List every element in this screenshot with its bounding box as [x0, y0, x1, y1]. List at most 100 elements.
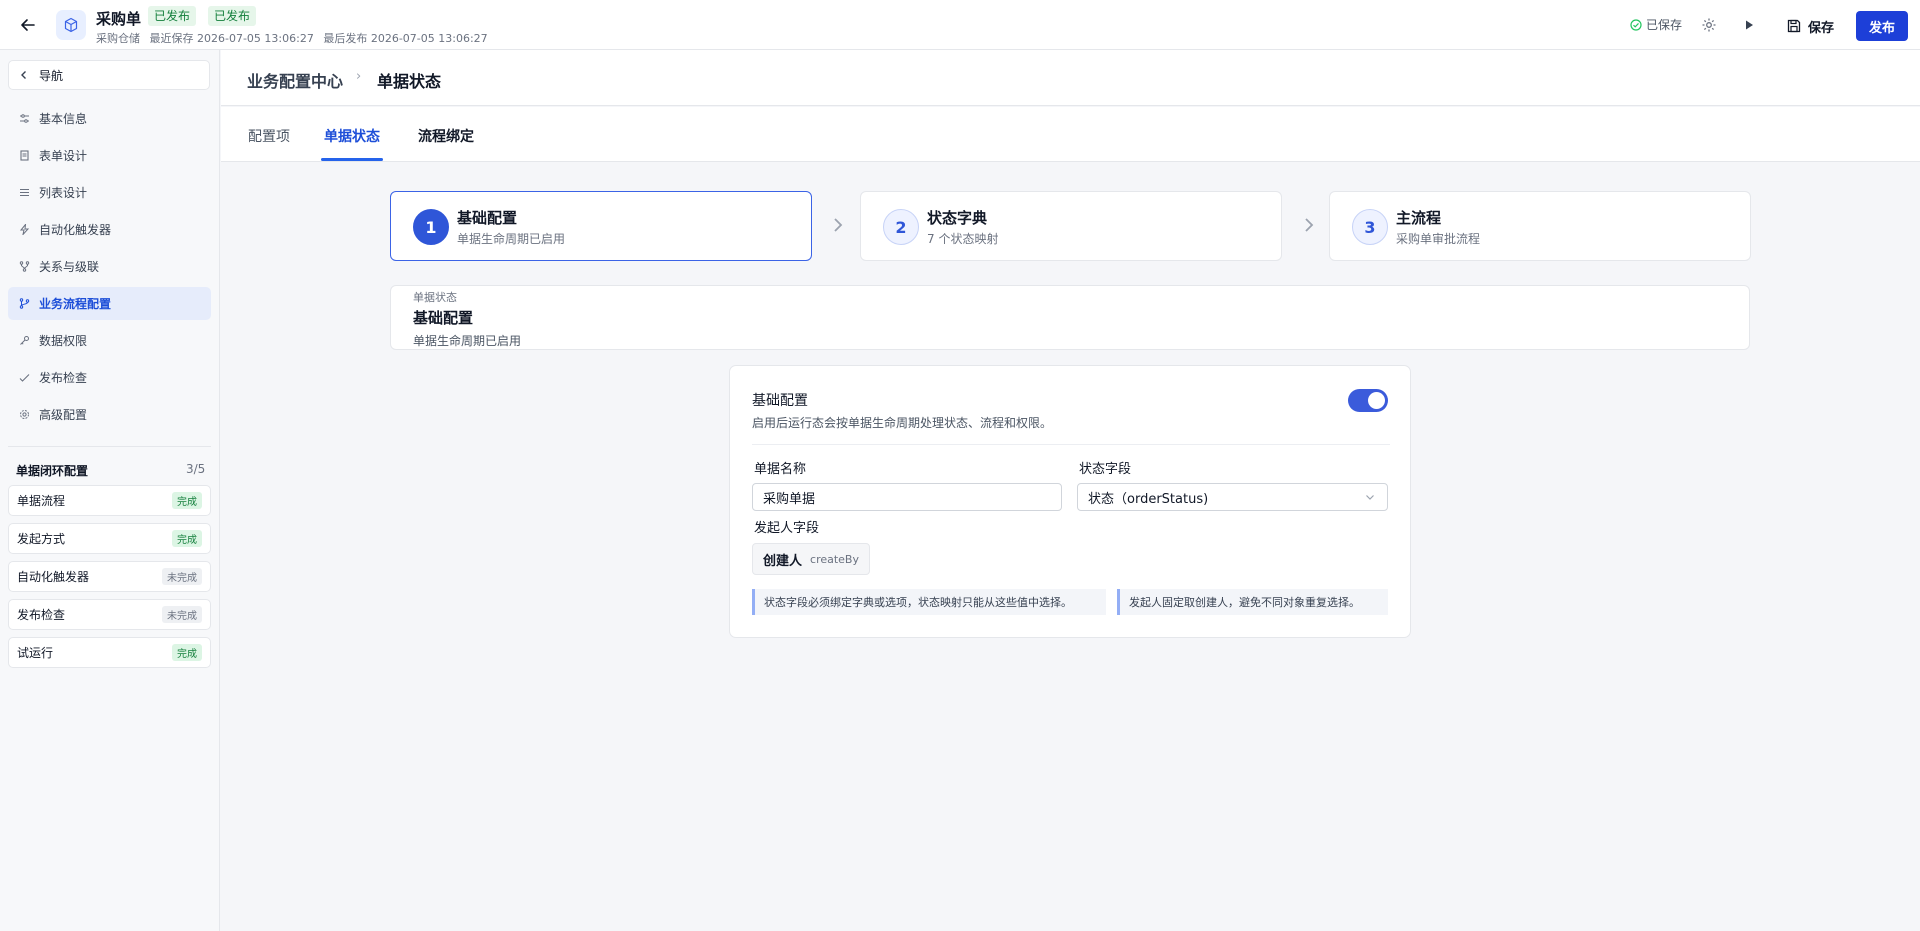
sidebar-item-list-design[interactable]: 列表设计 [8, 176, 211, 209]
step-number: 2 [883, 209, 919, 245]
nav-collapse-button[interactable]: 导航 [8, 60, 210, 90]
list-item[interactable]: 发布检查 未完成 [8, 599, 211, 630]
lifecycle-toggle[interactable] [1348, 389, 1388, 412]
chevron-right-icon [834, 218, 843, 232]
hint-note: 状态字段必须绑定字典或选项，状态映射只能从这些值中选择。 [752, 589, 1106, 615]
status-field-value: 状态（orderStatus) [1088, 491, 1209, 507]
sidebar-item-label: 发布检查 [39, 371, 88, 385]
nav-label: 导航 [39, 68, 64, 83]
list-item-label: 发起方式 [17, 532, 66, 546]
divider [8, 446, 211, 447]
tab-config-items[interactable]: 配置项 [248, 126, 290, 146]
status-badge: 完成 [172, 644, 202, 661]
step-main-flow[interactable]: 3 主流程 采购单审批流程 [1329, 191, 1751, 261]
list-item[interactable]: 发起方式 完成 [8, 523, 211, 554]
hint-note: 发起人固定取创建人，避免不同对象重复选择。 [1117, 589, 1388, 615]
sidebar-menu: 基本信息 表单设计 列表设计 自动化触发器 关系与级联 业务流程配置 数据权限 [8, 102, 211, 435]
list-item-label: 自动化触发器 [17, 570, 90, 584]
branch-icon [18, 261, 30, 273]
loop-progress-count: 3/5 [186, 462, 206, 476]
breadcrumb-separator: › [356, 69, 362, 84]
section-summary: 单据状态 基础配置 单据生命周期已启用 [390, 285, 1750, 350]
step-number: 1 [413, 209, 449, 245]
status-badge: 完成 [172, 492, 202, 509]
step-subtitle: 采购单审批流程 [1396, 232, 1481, 246]
status-badge: 未完成 [162, 568, 202, 585]
status-field-label: 状态字段 [1079, 462, 1132, 477]
tab-flow-binding[interactable]: 流程绑定 [418, 126, 474, 146]
saved-label: 已保存 [1646, 18, 1683, 32]
sidebar: 导航 基本信息 表单设计 列表设计 自动化触发器 关系与级联 业务流程配置 数据… [0, 50, 220, 931]
chevron-down-icon [1366, 495, 1374, 500]
initiator-field-chip[interactable]: 创建人 createBy [752, 543, 870, 575]
basic-config-card: 基础配置 启用后运行态会按单据生命周期处理状态、流程和权限。 单据名称 采购单据… [729, 365, 1411, 638]
document-name-label: 单据名称 [754, 462, 807, 477]
list-item[interactable]: 试运行 完成 [8, 637, 211, 668]
sidebar-item-advanced[interactable]: 高级配置 [8, 398, 211, 431]
list-item[interactable]: 单据流程 完成 [8, 485, 211, 516]
breadcrumb-parent-link[interactable]: 业务配置中心 [247, 68, 343, 92]
gear-icon [18, 409, 30, 421]
sidebar-item-label: 表单设计 [39, 149, 88, 163]
meta-last-saved: 最近保存 2026-07-05 13:06:27 [149, 32, 314, 45]
sidebar-item-label: 业务流程配置 [39, 297, 112, 311]
save-label: 保存 [1808, 20, 1835, 36]
meta-line: 采购仓储 最近保存 2026-07-05 13:06:27 最后发布 2026-… [96, 30, 494, 46]
step-title: 基础配置 [457, 209, 518, 227]
loop-checklist: 单据流程 完成 发起方式 完成 自动化触发器 未完成 发布检查 未完成 试运行 … [8, 485, 211, 675]
gear-icon [1702, 18, 1716, 32]
sidebar-item-basic-info[interactable]: 基本信息 [8, 102, 211, 135]
back-button[interactable] [14, 12, 42, 38]
loop-section-title: 单据闭环配置 [16, 464, 89, 478]
chevron-left-icon [21, 71, 26, 79]
step-subtitle: 单据生命周期已启用 [457, 232, 566, 246]
step-subtitle: 7 个状态映射 [927, 232, 999, 246]
cube-icon [56, 10, 86, 40]
card-title: 基础配置 [752, 393, 808, 409]
sidebar-item-label: 基本信息 [39, 112, 88, 126]
step-title: 状态字典 [927, 209, 988, 227]
key-icon [18, 335, 30, 347]
status-badge: 完成 [172, 530, 202, 547]
section-title: 基础配置 [413, 309, 474, 327]
card-description: 启用后运行态会按单据生命周期处理状态、流程和权限。 [752, 416, 1053, 430]
sidebar-item-label: 自动化触发器 [39, 223, 112, 237]
sidebar-item-label: 列表设计 [39, 186, 88, 200]
play-icon [1746, 20, 1753, 30]
settings-button[interactable] [1695, 12, 1723, 38]
page-title: 采购单 [96, 10, 142, 28]
meta-last-published: 最后发布 2026-07-05 13:06:27 [323, 32, 488, 45]
status-field-select[interactable]: 状态（orderStatus) [1077, 483, 1388, 511]
list-item-label: 试运行 [17, 646, 54, 660]
saved-indicator: 已保存 [1630, 16, 1682, 33]
check-icon [18, 372, 30, 384]
list-item[interactable]: 自动化触发器 未完成 [8, 561, 211, 592]
step-status-dictionary[interactable]: 2 状态字典 7 个状态映射 [860, 191, 1282, 261]
tab-document-status[interactable]: 单据状态 [324, 126, 380, 146]
step-title: 主流程 [1396, 209, 1442, 227]
arrow-left-icon [21, 19, 35, 31]
document-name-input[interactable]: 采购单据 [752, 483, 1062, 511]
sidebar-item-business-flow[interactable]: 业务流程配置 [8, 287, 211, 320]
step-basic-config[interactable]: 1 基础配置 单据生命周期已启用 [390, 191, 812, 261]
sidebar-item-relations[interactable]: 关系与级联 [8, 250, 211, 283]
breadcrumb-current: 单据状态 [377, 72, 442, 91]
sliders-icon [18, 113, 30, 125]
initiator-field-name: 创建人 [763, 553, 803, 569]
sidebar-item-automation-triggers[interactable]: 自动化触发器 [8, 213, 211, 246]
publish-button[interactable]: 发布 [1856, 11, 1908, 41]
initiator-field-code: createBy [810, 552, 859, 566]
sidebar-item-form-design[interactable]: 表单设计 [8, 139, 211, 172]
save-button[interactable]: 保存 [1778, 11, 1842, 41]
sidebar-item-publish-check[interactable]: 发布检查 [8, 361, 211, 394]
top-bar: 采购单 已发布 已发布 采购仓储 最近保存 2026-07-05 13:06:2… [0, 0, 1920, 50]
chevron-right-icon [1305, 218, 1314, 232]
sidebar-item-label: 高级配置 [39, 408, 88, 422]
check-circle-icon [1630, 18, 1642, 31]
sidebar-item-data-permissions[interactable]: 数据权限 [8, 324, 211, 357]
list-item-label: 发布检查 [17, 608, 66, 622]
run-button[interactable] [1735, 12, 1763, 38]
save-icon [1787, 19, 1801, 33]
section-subtitle: 单据生命周期已启用 [413, 334, 522, 348]
status-badge: 未完成 [162, 606, 202, 623]
